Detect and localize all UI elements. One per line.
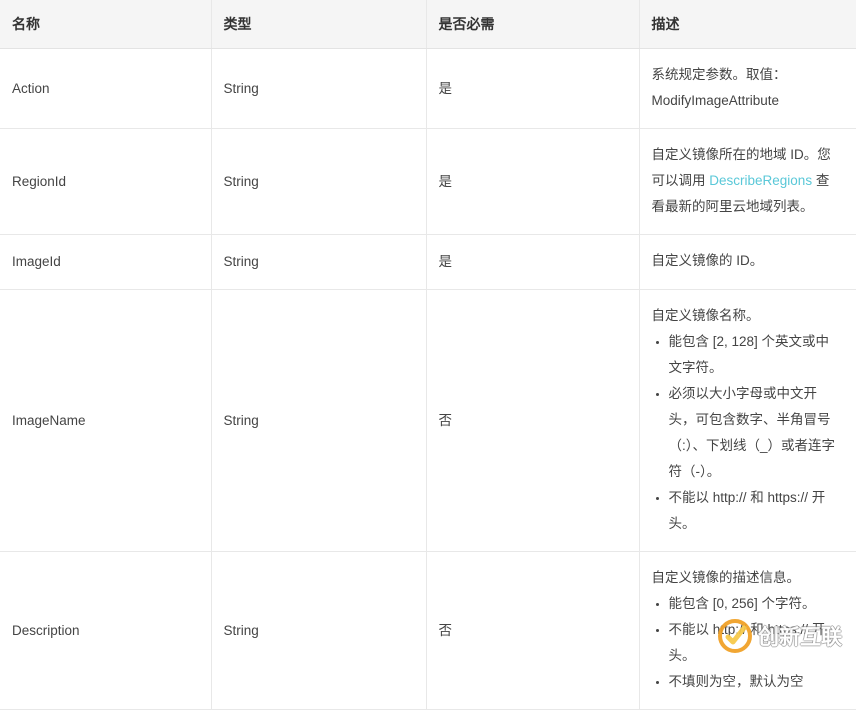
table-row: ImageId String 是 自定义镜像的 ID。 [0,234,856,290]
param-description: 自定义镜像的 ID。 [639,234,856,290]
param-name: ImageName [0,289,212,552]
param-required: 是 [426,128,640,235]
column-header-required: 是否必需 [426,0,640,49]
param-type: String [211,128,427,235]
table-header: 名称 类型 是否必需 描述 [0,0,856,49]
table-row: RegionId String 是 自定义镜像所在的地域 ID。您可以调用 De… [0,128,856,235]
param-required: 是 [426,48,640,129]
param-required: 否 [426,289,640,552]
column-header-name: 名称 [0,0,212,49]
param-type: String [211,234,427,290]
description-text: 自定义镜像的 ID。 [651,253,764,268]
list-item: 必须以大小字母或中文开头，可包含数字、半角冒号（:）、下划线（_）或者连字符（-… [669,381,843,485]
param-name: Description [0,551,212,710]
param-description: 自定义镜像的描述信息。 能包含 [0, 256] 个字符。 不能以 http:/… [639,551,856,710]
param-required: 是 [426,234,640,290]
param-description: 自定义镜像所在的地域 ID。您可以调用 DescribeRegions 查看最新… [639,128,856,235]
description-bullet-list: 能包含 [2, 128] 个英文或中文字符。 必须以大小字母或中文开头，可包含数… [652,329,843,537]
description-text: 自定义镜像的描述信息。 [651,570,801,585]
list-item: 不填则为空，默认为空 [669,669,843,695]
list-item: 不能以 http:// 和 https:// 开头。 [669,617,843,669]
param-type: String [211,289,427,552]
column-header-description: 描述 [639,0,856,49]
list-item: 能包含 [2, 128] 个英文或中文字符。 [669,329,843,381]
param-description: 自定义镜像名称。 能包含 [2, 128] 个英文或中文字符。 必须以大小字母或… [639,289,856,552]
column-header-type: 类型 [211,0,427,49]
table-body: Action String 是 系统规定参数。取值：ModifyImageAtt… [0,48,856,710]
description-text: 自定义镜像所在的地域 ID。您可以调用 DescribeRegions 查看最新… [652,142,843,220]
list-item: 能包含 [0, 256] 个字符。 [669,591,843,617]
api-parameters-table: 名称 类型 是否必需 描述 Action String 是 系统规定参数。取值：… [0,0,856,710]
description-text: 自定义镜像名称。 [651,308,760,323]
description-text: 系统规定参数。取值：ModifyImageAttribute [651,67,787,108]
param-name: ImageId [0,234,212,290]
table-row: Description String 否 自定义镜像的描述信息。 能包含 [0,… [0,551,856,710]
table-row: Action String 是 系统规定参数。取值：ModifyImageAtt… [0,48,856,129]
describe-regions-link[interactable]: DescribeRegions [709,173,812,188]
table-header-row: 名称 类型 是否必需 描述 [0,0,856,49]
param-type: String [211,551,427,710]
table-row: ImageName String 否 自定义镜像名称。 能包含 [2, 128]… [0,289,856,552]
list-item: 不能以 http:// 和 https:// 开头。 [669,485,843,537]
param-name: Action [0,48,212,129]
param-name: RegionId [0,128,212,235]
param-required: 否 [426,551,640,710]
description-bullet-list: 能包含 [0, 256] 个字符。 不能以 http:// 和 https://… [652,591,843,695]
param-description: 系统规定参数。取值：ModifyImageAttribute [639,48,856,129]
param-type: String [211,48,427,129]
